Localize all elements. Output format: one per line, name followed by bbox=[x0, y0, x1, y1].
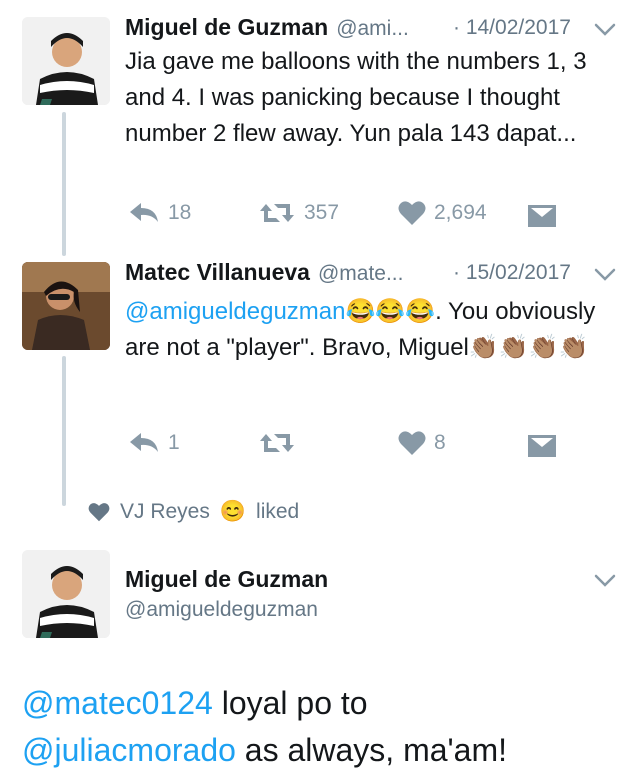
mention-link[interactable]: @matec0124 bbox=[22, 685, 213, 721]
tweet-date: · 14/02/2017 bbox=[453, 16, 571, 39]
thread-line bbox=[62, 356, 66, 506]
reply-button[interactable]: 18 bbox=[128, 200, 191, 226]
reply-button[interactable]: 1 bbox=[128, 430, 180, 456]
thread-line bbox=[62, 112, 66, 256]
tweet-date: · 15/02/2017 bbox=[453, 261, 571, 284]
chevron-down-icon[interactable] bbox=[593, 22, 617, 38]
reply-count: 18 bbox=[168, 201, 192, 224]
emoji: 👏🏽👏🏽👏🏽👏🏽 bbox=[468, 334, 589, 361]
reply-count: 1 bbox=[168, 431, 180, 454]
like-button[interactable]: 2,694 bbox=[398, 200, 487, 226]
person-photo bbox=[22, 17, 110, 105]
retweet-button[interactable] bbox=[258, 430, 304, 456]
tweet-text: Jia gave me balloons with the numbers 1,… bbox=[125, 48, 587, 147]
mention-link[interactable]: @amigueldeguzman bbox=[125, 298, 346, 325]
emoji: 😂😂😂 bbox=[345, 298, 436, 325]
emoji: 😊 bbox=[219, 500, 247, 523]
avatar[interactable] bbox=[22, 550, 110, 638]
heart-icon bbox=[398, 431, 426, 455]
retweet-count: 357 bbox=[304, 201, 340, 224]
like-count: 2,694 bbox=[434, 201, 487, 224]
heart-icon bbox=[88, 503, 110, 522]
person-photo bbox=[22, 550, 110, 638]
avatar[interactable] bbox=[22, 262, 110, 350]
avatar[interactable] bbox=[22, 17, 110, 105]
like-count: 8 bbox=[434, 431, 446, 454]
chevron-down-icon[interactable] bbox=[593, 573, 617, 589]
person-photo bbox=[22, 262, 110, 350]
direct-message-icon[interactable] bbox=[527, 434, 557, 458]
retweet-icon bbox=[260, 434, 294, 452]
reply-icon bbox=[130, 433, 158, 452]
liked-label: liked bbox=[256, 500, 300, 523]
author-name[interactable]: Matec Villanueva @mate... bbox=[125, 259, 403, 286]
heart-icon bbox=[398, 201, 426, 225]
author-handle: @ami... bbox=[336, 17, 409, 40]
liked-by-row[interactable]: VJ Reyes 😊 liked bbox=[88, 500, 299, 524]
reply-icon bbox=[130, 203, 158, 222]
author-handle: @mate... bbox=[317, 262, 404, 285]
retweet-icon bbox=[260, 204, 294, 222]
direct-message-icon[interactable] bbox=[527, 204, 557, 228]
retweet-button[interactable]: 357 bbox=[258, 200, 339, 226]
author-handle[interactable]: @amigueldeguzman bbox=[125, 598, 318, 622]
like-button[interactable]: 8 bbox=[398, 430, 446, 456]
author-name[interactable]: Miguel de Guzman bbox=[125, 566, 328, 593]
chevron-down-icon[interactable] bbox=[593, 267, 617, 283]
author-name[interactable]: Miguel de Guzman @ami... bbox=[125, 14, 409, 41]
mention-link[interactable]: @juliacmorado bbox=[22, 732, 236, 768]
main-tweet-text: @matec0124 loyal po to @juliacmorado as … bbox=[22, 685, 507, 768]
tweet-text: @amigueldeguzman😂😂😂. You obviously are n… bbox=[125, 298, 596, 361]
liked-by-name[interactable]: VJ Reyes bbox=[120, 500, 210, 524]
